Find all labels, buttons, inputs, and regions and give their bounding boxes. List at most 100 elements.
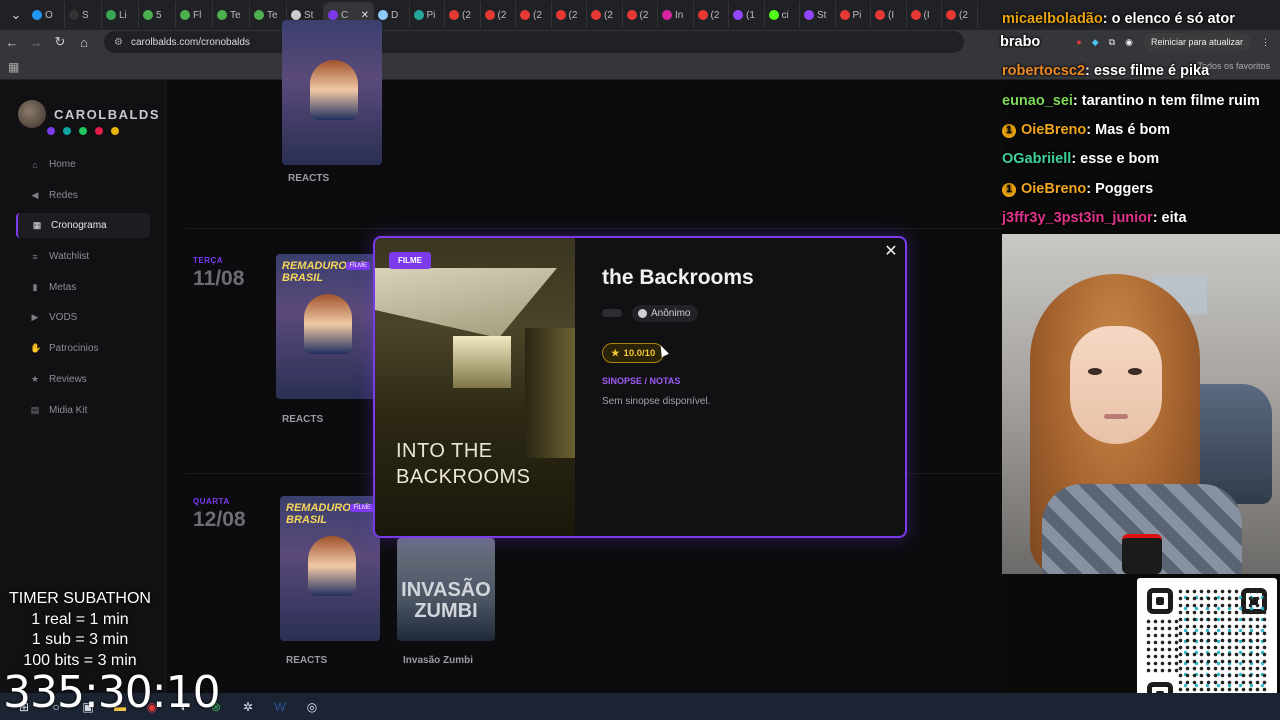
settings-icon[interactable]: ✲ bbox=[232, 693, 264, 720]
card-label[interactable]: REACTS bbox=[282, 414, 323, 425]
tab-label: (I bbox=[888, 9, 895, 21]
logo-dot bbox=[63, 127, 71, 135]
tab-label: Te bbox=[267, 9, 278, 21]
update-button[interactable]: Reiniciar para atualizar bbox=[1142, 33, 1251, 51]
card-label[interactable]: Invasão Zumbi bbox=[403, 655, 473, 666]
browser-tab[interactable]: (2 bbox=[445, 2, 481, 28]
tab-favicon-icon bbox=[32, 10, 42, 20]
tab-favicon-icon bbox=[484, 10, 495, 20]
site-info-icon[interactable]: ⚙ bbox=[114, 37, 123, 48]
sidebar-item-midia-kit[interactable]: ▤ Midia Kit bbox=[16, 398, 150, 423]
profile-icon[interactable]: ◉ bbox=[1125, 37, 1133, 48]
menu-kebab-icon[interactable]: ⋮ bbox=[1261, 37, 1270, 48]
row-divider bbox=[186, 228, 1002, 229]
sidebar-item-label: Home bbox=[49, 159, 76, 170]
chat-message: 1 OieBreno: Mas é bom bbox=[1002, 122, 1170, 138]
poster-card-image[interactable] bbox=[282, 20, 382, 165]
tab-favicon-icon bbox=[626, 10, 637, 20]
tab-search-icon[interactable]: ⌄ bbox=[4, 7, 28, 23]
handshake-icon: ✋ bbox=[30, 343, 42, 354]
sidebar-item-metas[interactable]: ▮ Metas bbox=[16, 275, 150, 300]
tab-favicon-icon bbox=[910, 10, 921, 20]
chat-text: brabo bbox=[1000, 34, 1041, 50]
qr-modules bbox=[1177, 588, 1267, 708]
tab-label: (1 bbox=[746, 9, 755, 21]
tab-favicon-icon bbox=[449, 10, 459, 20]
site-logo[interactable]: CAROLBALDS bbox=[18, 100, 160, 128]
sidebar-item-patrocinios[interactable]: ✋ Patrocinios bbox=[16, 336, 150, 361]
browser-tab[interactable]: (I bbox=[871, 2, 907, 28]
tab-label: (I bbox=[923, 9, 930, 21]
browser-tab[interactable]: (I bbox=[907, 2, 942, 28]
tab-favicon-icon bbox=[69, 10, 79, 20]
address-bar[interactable]: ⚙ carolbalds.com/cronobalds bbox=[104, 31, 964, 53]
sidebar-item-redes[interactable]: ◀ Redes bbox=[16, 183, 150, 208]
extension-icon[interactable]: ◆ bbox=[1092, 37, 1099, 48]
chat-username: micaelboladão bbox=[1002, 11, 1103, 27]
browser-tab[interactable]: Te bbox=[213, 2, 250, 28]
forward-icon[interactable]: → bbox=[24, 35, 48, 50]
sidebar-item-reviews[interactable]: ★ Reviews bbox=[16, 367, 150, 392]
poster-card-image[interactable]: INVASÃO ZUMBI bbox=[397, 538, 495, 641]
browser-tab[interactable]: Fl bbox=[176, 2, 213, 28]
sidebar-item-home[interactable]: ⌂ Home bbox=[16, 152, 150, 177]
chat-message: 1 OieBreno: Poggers bbox=[1002, 181, 1153, 197]
chat-message: eunao_sei: tarantino n tem filme ruim bbox=[1002, 93, 1260, 109]
author-chip: Anônimo bbox=[632, 305, 699, 322]
back-icon[interactable]: ← bbox=[0, 35, 24, 50]
tab-favicon-icon bbox=[143, 10, 153, 20]
sidebar-item-cronograma[interactable]: ▦ Cronograma bbox=[16, 213, 150, 239]
tab-label: (2 bbox=[639, 9, 649, 21]
browser-tab[interactable]: Li bbox=[102, 2, 139, 28]
poster-card-image[interactable]: REMADURO DO BRASIL FILME bbox=[280, 496, 380, 641]
obs-icon[interactable]: ◎ bbox=[296, 693, 328, 720]
sidebar-item-label: Metas bbox=[49, 281, 77, 293]
tab-close-icon[interactable]: ✕ bbox=[361, 10, 369, 21]
screen: ⌄ O S Li 5 Fl Te Te St C ✕ D Pi (2 (2 (2 (2 (2 (2 In (2 (… bbox=[0, 0, 1280, 720]
browser-tab[interactable]: (2 bbox=[481, 2, 516, 28]
tab-favicon-icon bbox=[555, 10, 566, 20]
browser-tab[interactable]: S bbox=[65, 2, 102, 28]
sidebar-item-watchlist[interactable]: ≡ Watchlist bbox=[16, 244, 150, 269]
card-label[interactable]: REACTS bbox=[288, 173, 329, 184]
subathon-rule: 1 sub = 3 min bbox=[31, 631, 129, 649]
browser-tab[interactable]: (2 bbox=[587, 2, 623, 28]
poster-text-line: BACKROOMS bbox=[396, 466, 531, 488]
browser-tab[interactable]: Pi bbox=[410, 2, 445, 28]
chat-text: : esse e bom bbox=[1071, 151, 1160, 167]
tab-favicon-icon bbox=[662, 10, 672, 20]
browser-tab[interactable]: (2 bbox=[942, 2, 978, 28]
logo-dots bbox=[47, 127, 119, 135]
browser-tab[interactable]: (2 bbox=[516, 2, 552, 28]
apps-grid-icon[interactable]: ▦ bbox=[8, 60, 19, 74]
browser-tab[interactable]: (2 bbox=[623, 2, 658, 28]
sidebar-item-vods[interactable]: ▶ VODS bbox=[16, 305, 150, 330]
extension-icon[interactable]: ● bbox=[1076, 37, 1081, 47]
extensions-puzzle-icon[interactable]: ⧉ bbox=[1109, 37, 1115, 48]
tab-favicon-icon bbox=[697, 10, 708, 20]
browser-tab[interactable]: ci bbox=[765, 2, 800, 28]
home-icon[interactable]: ⌂ bbox=[72, 35, 96, 50]
card-label[interactable]: REACTS bbox=[286, 655, 327, 666]
chat-text: : esse filme é pika bbox=[1085, 63, 1210, 79]
sidebar-menu: ⌂ Home ◀ Redes ▦ Cronograma ≡ Watchlist ▮ Metas ▶ V… bbox=[16, 152, 150, 428]
webcam-face bbox=[1070, 326, 1162, 444]
browser-tab[interactable]: O bbox=[28, 2, 65, 28]
browser-tab[interactable]: (1 bbox=[729, 2, 765, 28]
chat-username: OieBreno bbox=[1021, 122, 1087, 138]
browser-tab[interactable]: In bbox=[658, 2, 694, 28]
browser-tab[interactable]: (2 bbox=[552, 2, 587, 28]
browser-tab[interactable]: St bbox=[800, 2, 836, 28]
type-badge: FILME bbox=[389, 252, 431, 269]
close-icon[interactable]: ✕ bbox=[883, 244, 899, 260]
browser-tab[interactable]: (2 bbox=[694, 2, 729, 28]
browser-tab[interactable]: Pi bbox=[836, 2, 871, 28]
tab-favicon-icon bbox=[875, 10, 885, 20]
browser-tab[interactable]: 5 bbox=[139, 2, 176, 28]
reload-icon[interactable]: ↻ bbox=[48, 34, 72, 50]
rating-value: 10.0/10 bbox=[623, 347, 656, 359]
tab-favicon-icon bbox=[591, 10, 601, 20]
section-heading: SINOPSE / NOTAS bbox=[602, 376, 681, 386]
word-icon[interactable]: W bbox=[264, 693, 296, 720]
poster-card-image[interactable]: REMADURO DO BRASIL FILME bbox=[276, 254, 376, 399]
